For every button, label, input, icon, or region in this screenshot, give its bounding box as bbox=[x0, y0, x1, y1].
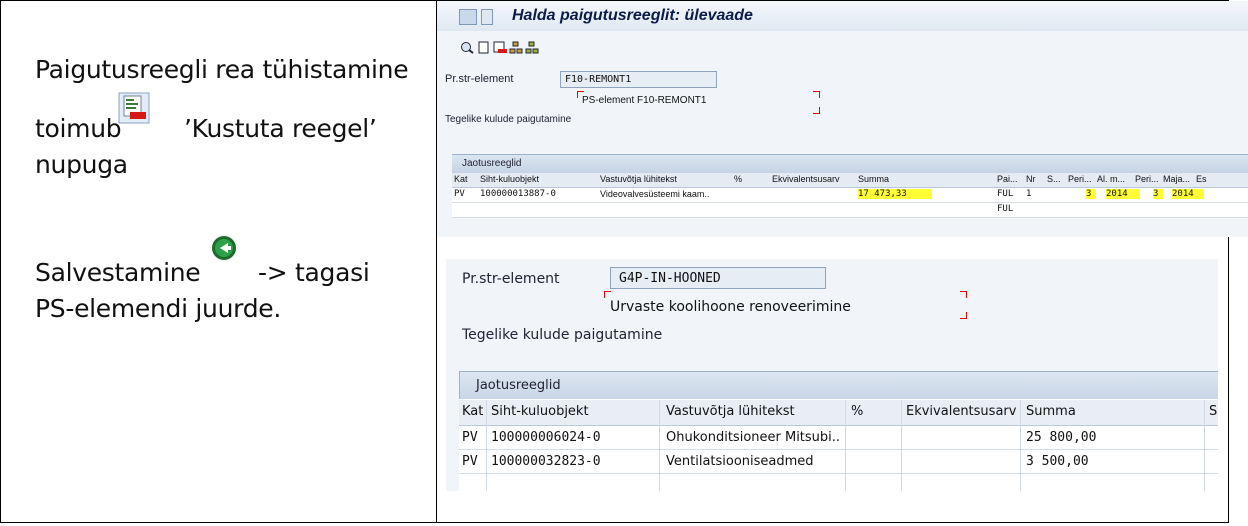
cell-maja[interactable]: 2014 bbox=[1172, 189, 1204, 199]
col-header[interactable]: % bbox=[851, 404, 863, 419]
instruction-line-3: nupuga bbox=[35, 150, 128, 179]
cell-text[interactable]: Õhukonditsioneer Mitsubi.. bbox=[666, 430, 844, 445]
hierarchy-icon[interactable] bbox=[509, 41, 523, 54]
prstr-element-label: Pr.str-element bbox=[462, 271, 560, 287]
col-header[interactable]: Ekvivalentsusarv bbox=[906, 404, 1016, 419]
delete-rule-icon bbox=[118, 92, 150, 124]
cell-al-m[interactable]: 2014 bbox=[1106, 189, 1140, 199]
col-header[interactable]: Pai... bbox=[997, 174, 1018, 184]
sap-screenshot-overview: Halda paigutusreeglit: ülevaade Pr.str-e… bbox=[437, 1, 1248, 237]
cell-kat[interactable]: PV bbox=[462, 454, 478, 469]
table-title: Jaotusreeglid bbox=[462, 158, 522, 169]
cell-text[interactable]: Ventilatsiooniseadmed bbox=[666, 454, 844, 469]
col-header[interactable]: Siht-kuluobjekt bbox=[491, 404, 589, 419]
col-divider bbox=[1020, 400, 1021, 491]
col-header[interactable]: S bbox=[1209, 404, 1217, 419]
col-header[interactable]: Kat bbox=[454, 174, 468, 184]
cell-object[interactable]: 100000013887-0 bbox=[480, 189, 556, 199]
col-divider bbox=[659, 400, 660, 491]
prstr-element-field[interactable]: G4P-IN-HOONED bbox=[610, 267, 826, 289]
cell-peri[interactable]: 3 bbox=[1086, 189, 1096, 199]
menu-dropdown-icon[interactable] bbox=[481, 9, 493, 25]
desc-corner bbox=[960, 312, 967, 319]
display-icon[interactable] bbox=[460, 41, 474, 54]
desc-corner bbox=[604, 291, 611, 298]
cell-kat[interactable]: PV bbox=[454, 189, 465, 199]
back-save-icon bbox=[212, 236, 236, 260]
col-header[interactable]: Maja... bbox=[1163, 174, 1190, 184]
delete-rule-toolbar-icon[interactable] bbox=[493, 41, 507, 54]
cell-kat[interactable]: PV bbox=[462, 430, 478, 445]
cell-summa[interactable]: 25 800,00 bbox=[1026, 430, 1096, 445]
cell-summa[interactable]: 17 473,33 bbox=[858, 189, 932, 199]
table-header: Kat Siht-kuluobjekt Vastuvõtja lühitekst… bbox=[452, 173, 1248, 188]
col-header[interactable]: Nr bbox=[1026, 174, 1036, 184]
col-header[interactable]: Ekvivalentsusarv bbox=[772, 174, 840, 184]
prstr-element-label: Pr.str-element bbox=[445, 73, 514, 85]
col-header[interactable]: Al. m... bbox=[1097, 174, 1125, 184]
distribution-rules-table: Jaotusreeglid Kat Siht-kuluobjekt Vastuv… bbox=[459, 371, 1218, 491]
col-header[interactable]: Kat bbox=[462, 404, 483, 419]
col-header[interactable]: Summa bbox=[858, 174, 889, 184]
cell-summa[interactable]: 3 500,00 bbox=[1026, 454, 1089, 469]
table-row[interactable] bbox=[459, 474, 1218, 491]
table-title-bar: Jaotusreeglid bbox=[459, 371, 1218, 399]
cell-text[interactable]: Videovalvesüsteemi kaam.. bbox=[600, 189, 728, 199]
table-row[interactable]: PV 100000013887-0 Videovalvesüsteemi kaa… bbox=[452, 188, 1248, 203]
table-header: Kat Siht-kuluobjekt Vastuvõtja lühitekst… bbox=[459, 400, 1218, 426]
col-divider bbox=[486, 400, 487, 491]
cell-pai[interactable]: FUL bbox=[997, 204, 1013, 214]
col-header[interactable]: Peri... bbox=[1135, 174, 1159, 184]
cell-nr[interactable]: 1 bbox=[1026, 189, 1031, 199]
prstr-element-field[interactable]: F10-REMONT1 bbox=[560, 71, 717, 88]
new-icon[interactable] bbox=[477, 41, 491, 54]
ps-element-description[interactable]: Urvaste koolihoone renoveerimine bbox=[610, 299, 851, 315]
save-line-post: -> tagasi bbox=[258, 258, 370, 287]
col-header[interactable]: Vastuvõtja lühitekst bbox=[600, 174, 677, 184]
desc-corner bbox=[813, 107, 820, 114]
cell-pai[interactable]: FUL bbox=[997, 189, 1013, 199]
table-title-bar: Jaotusreeglid bbox=[452, 154, 1248, 173]
sap-screenshot-detail: Pr.str-element G4P-IN-HOONED Urvaste koo… bbox=[446, 259, 1218, 491]
col-header[interactable]: Vastuvõtja lühitekst bbox=[666, 404, 795, 419]
cell-object[interactable]: 100000006024-0 bbox=[491, 430, 601, 445]
cell-object[interactable]: 100000032823-0 bbox=[491, 454, 601, 469]
desc-corner bbox=[813, 91, 820, 98]
structure-icon[interactable] bbox=[525, 41, 539, 54]
save-line-pre: Salvestamine bbox=[35, 258, 201, 287]
sap-title-bar: Halda paigutusreeglit: ülevaade bbox=[437, 1, 1248, 31]
ps-element-description[interactable]: PS-element F10-REMONT1 bbox=[582, 95, 706, 106]
col-header[interactable]: Es bbox=[1196, 174, 1207, 184]
section-label: Tegelike kulude paigutamine bbox=[462, 327, 663, 343]
table-title: Jaotusreeglid bbox=[476, 378, 561, 393]
sap-title: Halda paigutusreeglit: ülevaade bbox=[512, 7, 753, 24]
col-divider bbox=[845, 400, 846, 491]
col-divider bbox=[1204, 400, 1205, 491]
distribution-rules-table: Jaotusreeglid Kat Siht-kuluobjekt Vastuv… bbox=[452, 154, 1248, 236]
menu-icon[interactable] bbox=[459, 9, 477, 25]
col-header[interactable]: Siht-kuluobjekt bbox=[480, 174, 539, 184]
col-header[interactable]: % bbox=[734, 174, 742, 184]
table-row[interactable]: PV 100000032823-0 Ventilatsiooniseadmed … bbox=[459, 450, 1218, 474]
cell-peri2[interactable]: 3 bbox=[1153, 189, 1163, 199]
save-line-2: PS-elemendi juurde. bbox=[35, 294, 281, 323]
col-header[interactable]: Peri... bbox=[1068, 174, 1092, 184]
col-header[interactable]: S... bbox=[1047, 174, 1061, 184]
instruction-line-2-pre: toimub bbox=[35, 114, 122, 143]
col-header[interactable]: Summa bbox=[1026, 404, 1076, 419]
desc-corner bbox=[960, 291, 967, 298]
table-row[interactable]: FUL bbox=[452, 203, 1248, 218]
instruction-line-1: Paigutusreegli rea tühistamine bbox=[35, 55, 409, 84]
table-row[interactable]: PV 100000006024-0 Õhukonditsioneer Mitsu… bbox=[459, 426, 1218, 450]
col-divider bbox=[901, 400, 902, 491]
instruction-line-2-post: ’Kustuta reegel’ bbox=[184, 114, 377, 143]
section-label: Tegelike kulude paigutamine bbox=[445, 114, 572, 125]
